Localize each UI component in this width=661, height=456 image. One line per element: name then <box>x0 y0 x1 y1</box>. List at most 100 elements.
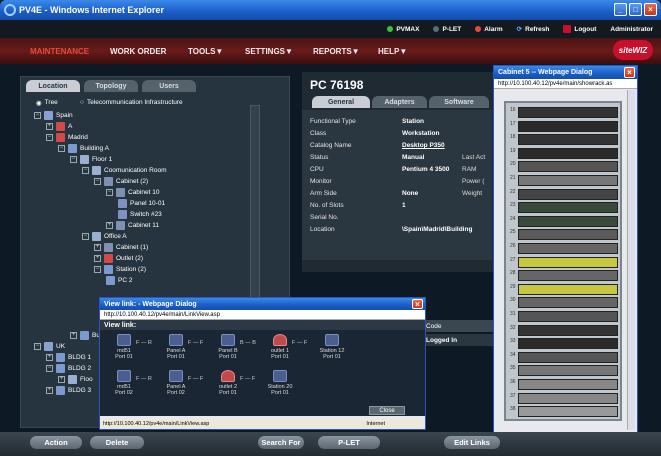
expand-icon[interactable]: + <box>46 354 53 361</box>
rack-device[interactable] <box>518 311 618 322</box>
rack-device[interactable] <box>518 215 618 227</box>
edit-links-button[interactable]: Edit Links <box>444 436 500 449</box>
refresh-link[interactable]: ⟳ Refresh <box>517 25 550 34</box>
rack-device[interactable] <box>518 365 618 377</box>
tree-item[interactable]: − UK <box>34 341 65 352</box>
tree-item[interactable]: − Floor 1 <box>70 154 112 165</box>
link-dialog-close-icon[interactable]: × <box>412 299 423 309</box>
tab-topology[interactable]: Topology <box>84 80 138 92</box>
rack-device[interactable] <box>518 202 618 214</box>
expand-icon[interactable]: + <box>94 244 101 251</box>
plet-button[interactable]: P-LET <box>318 436 380 449</box>
rack-device[interactable] <box>518 392 618 404</box>
tree-item[interactable]: − Spain <box>34 110 73 121</box>
collapse-icon[interactable]: − <box>46 134 53 141</box>
tree-item[interactable]: + Floo <box>58 374 93 385</box>
rack-device[interactable] <box>518 243 618 254</box>
link-node[interactable]: Station 20 Port 01 <box>260 370 300 396</box>
tree-item[interactable]: − Station (2) <box>94 264 146 275</box>
alarm-link[interactable]: Alarm <box>475 26 503 33</box>
tree-item[interactable]: − Cabinet (2) <box>94 176 148 187</box>
tree-item[interactable]: PC 2 <box>106 275 132 286</box>
link-node[interactable]: Panel A Port 01 <box>156 334 196 360</box>
tree-item[interactable]: − Madrid <box>46 132 88 143</box>
expand-icon[interactable]: + <box>58 376 65 383</box>
nav-reports[interactable]: REPORTS▼ <box>313 47 360 56</box>
tree-item[interactable]: − Cabinet 10 <box>106 187 159 198</box>
tab-location[interactable]: Location <box>26 80 80 92</box>
minimize-button[interactable]: _ <box>614 3 627 16</box>
delete-button[interactable]: Delete <box>90 436 144 449</box>
collapse-icon[interactable]: − <box>70 156 77 163</box>
rack-device[interactable] <box>518 147 618 159</box>
tree-item[interactable]: − Building A <box>58 143 109 154</box>
tree-item[interactable]: + Cabinet (1) <box>94 242 148 253</box>
expand-icon[interactable]: + <box>106 222 113 229</box>
logout-link[interactable]: Logout <box>563 25 596 33</box>
link-node[interactable]: md51 Port 02 <box>104 370 144 396</box>
collapse-icon[interactable]: − <box>58 145 65 152</box>
rack-device[interactable] <box>518 175 618 186</box>
expand-icon[interactable]: + <box>46 123 53 130</box>
link-node[interactable]: Station 12 Port 01 <box>312 334 352 360</box>
rack-device[interactable] <box>518 120 618 132</box>
tree-item[interactable]: − Coomunication Room <box>82 165 167 176</box>
link-node[interactable]: outlet 1 Port 01 <box>260 334 300 360</box>
rack-device[interactable] <box>518 161 618 173</box>
tree-item[interactable]: + Outlet (2) <box>94 253 143 264</box>
rack-device[interactable] <box>518 256 618 268</box>
rack-device[interactable] <box>518 406 618 418</box>
cabinet-scrollbar[interactable] <box>627 90 635 430</box>
tree-item[interactable]: + Buil <box>70 330 103 341</box>
collapse-icon[interactable]: − <box>94 266 101 273</box>
expand-icon[interactable]: + <box>94 255 101 262</box>
plet-link[interactable]: P-LET <box>433 26 461 33</box>
rack-device[interactable] <box>518 188 618 200</box>
link-close-button[interactable]: Close <box>369 406 405 415</box>
nav-work-order[interactable]: WORK ORDER <box>110 47 166 56</box>
rack-device[interactable] <box>518 324 618 336</box>
pvmax-link[interactable]: PVMAX <box>387 26 419 33</box>
tree-item[interactable]: + BLDG 1 <box>46 352 91 363</box>
tab-users[interactable]: Users <box>142 80 196 92</box>
tab-adapters[interactable]: Adapters <box>372 96 427 108</box>
cabinet-dialog-close-icon[interactable]: × <box>624 67 635 78</box>
link-node[interactable]: Panel A Port 02 <box>156 370 196 396</box>
tree-item[interactable]: + Cabinet 11 <box>106 220 159 231</box>
rack-device[interactable] <box>518 229 618 241</box>
link-node[interactable]: md51 Port 01 <box>104 334 144 360</box>
close-button[interactable]: × <box>644 3 657 16</box>
nav-maintenance[interactable]: MAINTENANCE <box>30 47 89 56</box>
tab-general[interactable]: General <box>312 96 370 108</box>
rack-device[interactable] <box>518 283 618 295</box>
collapse-icon[interactable]: − <box>82 167 89 174</box>
tree-item[interactable]: + BLDG 3 <box>46 385 91 396</box>
rack-device[interactable] <box>518 134 618 146</box>
tree-item[interactable]: − Office A <box>82 231 127 242</box>
rack-device[interactable] <box>518 107 618 118</box>
nav-settings[interactable]: SETTINGS▼ <box>245 47 293 56</box>
rack-device[interactable] <box>518 351 618 363</box>
nav-tools[interactable]: TOOLS▼ <box>188 47 223 56</box>
collapse-icon[interactable]: − <box>106 189 113 196</box>
collapse-icon[interactable]: − <box>82 233 89 240</box>
rack-device[interactable] <box>518 338 618 350</box>
collapse-icon[interactable]: − <box>34 343 41 350</box>
link-node[interactable]: Panel B Port 01 <box>208 334 248 360</box>
collapse-icon[interactable]: − <box>94 178 101 185</box>
expand-icon[interactable]: + <box>70 332 77 339</box>
infra-radio[interactable]: ○ Telecommunication Infrastructure <box>80 97 183 108</box>
link-node[interactable]: outlet 2 Port 01 <box>208 370 248 396</box>
search-for-button[interactable]: Search For <box>258 436 304 449</box>
tab-software[interactable]: Software <box>429 96 489 108</box>
rack-device[interactable] <box>518 270 618 282</box>
expand-icon[interactable]: + <box>46 387 53 394</box>
nav-help[interactable]: HELP▼ <box>378 47 407 56</box>
rack-device[interactable] <box>518 379 618 390</box>
tree-item[interactable]: − BLDG 2 <box>46 363 91 374</box>
rack-device[interactable] <box>518 297 618 309</box>
maximize-button[interactable]: □ <box>629 3 642 16</box>
tree-item[interactable]: Switch #23 <box>118 209 162 220</box>
tree-item[interactable]: Panel 10-01 <box>118 198 165 209</box>
collapse-icon[interactable]: − <box>34 112 41 119</box>
